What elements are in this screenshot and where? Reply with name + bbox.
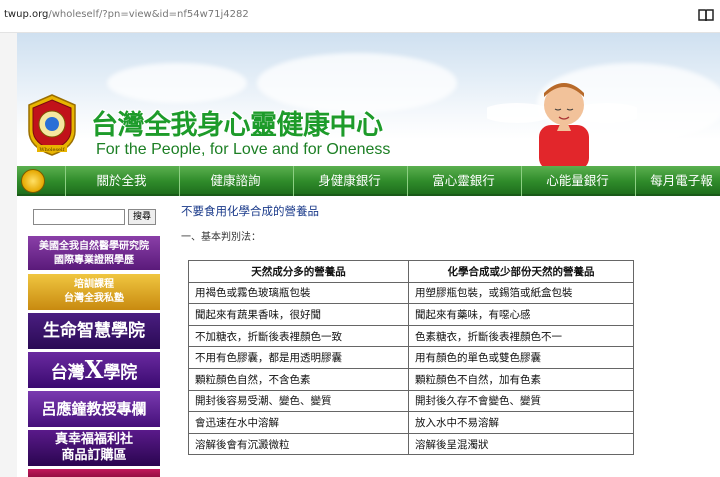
nav-body-health-bank[interactable]: 身健康銀行 (293, 166, 405, 196)
comparison-table: 天然成分多的營養品 化學合成或少部份天然的營養品 用褐色或霧色玻璃瓶包裝 用塑膠瓶… (188, 260, 634, 456)
banner-line: 培訓課程 (74, 279, 114, 290)
sidebar-banner-institute[interactable]: 美國全我自然醫學研究院 國際專業證照學歷 (28, 236, 160, 270)
nav-about[interactable]: 關於全我 (65, 166, 177, 196)
sidebar-banner-welfare-shop[interactable]: 真幸福福利社 商品訂購區 (28, 430, 160, 466)
table-cell: 開封後容易受潮、變色、變質 (188, 389, 409, 413)
banner-line: 商品訂購區 (61, 448, 127, 463)
banner-line: 真幸福福利社 (54, 432, 133, 447)
table-cell: 用塑膠瓶包裝，或錫箔或紙盒包裝 (408, 281, 634, 305)
cloud (107, 63, 247, 103)
url-text[interactable]: twup.org/wholeself/?pn=view&id=nf54w71j4… (4, 9, 249, 20)
nav-monthly-newsletter[interactable]: 每月電子報 (635, 166, 720, 196)
banner-line: 呂應鐘教授專欄 (41, 400, 147, 418)
sidebar-banner-taiwan-x[interactable]: 台灣X學院 (28, 352, 160, 388)
banner-line: 美國全我自然醫學研究院 (39, 241, 149, 252)
url-path: /wholeself/?pn=view&id=nf54w71j4282 (48, 9, 249, 20)
main-navigation: 關於全我 健康諮詢 身健康銀行 富心靈銀行 心能量銀行 每月電子報 (17, 166, 720, 196)
table-row: 溶解後會有沉澱微粒 溶解後呈混濁狀 (188, 432, 634, 456)
table-cell: 用褐色或霧色玻璃瓶包裝 (188, 281, 409, 305)
sidebar-banner-column[interactable]: 呂應鐘教授專欄 (28, 391, 160, 427)
table-row: 會迅速在水中溶解 放入水中不易溶解 (188, 411, 634, 434)
article-title: 不要食用化學合成的營養品 (181, 204, 319, 218)
sidebar-banner-partial[interactable] (28, 469, 160, 477)
table-cell: 顆粒顏色不自然，加有色素 (408, 367, 634, 391)
table-cell: 顆粒顏色自然，不含色素 (188, 367, 409, 391)
header-banner: Wholeself 台灣全我身心靈健康中心 For the People, fo… (17, 33, 720, 166)
table-row: 用褐色或霧色玻璃瓶包裝 用塑膠瓶包裝，或錫箔或紙盒包裝 (188, 281, 634, 305)
table-header-natural: 天然成分多的營養品 (188, 260, 409, 283)
table-row: 顆粒顏色自然，不含色素 顆粒顏色不自然，加有色素 (188, 367, 634, 391)
table-row: 不加糖衣，折斷後表裡顏色一致 色素糖衣，折斷後表裡顏色不一 (188, 324, 634, 348)
nav-health-consult[interactable]: 健康諮詢 (179, 166, 291, 196)
banner-x-letter: X (84, 355, 104, 384)
table-cell: 會迅速在水中溶解 (188, 411, 409, 434)
book-icon[interactable] (698, 7, 714, 23)
wholeself-emblem-icon[interactable]: Wholeself (25, 93, 79, 157)
search-button[interactable]: 搜尋 (128, 209, 156, 225)
article-section-heading: 一、基本判別法： (181, 232, 261, 243)
url-domain: twup.org (4, 9, 49, 20)
table-row: 聞起來有蔬果香味，很好聞 聞起來有藥味，有噁心感 (188, 303, 634, 326)
table-row: 開封後容易受潮、變色、變質 開封後久存不會變色、變質 (188, 389, 634, 413)
table-cell: 放入水中不易溶解 (408, 411, 634, 434)
nav-heart-energy-bank[interactable]: 心能量銀行 (521, 166, 633, 196)
table-cell: 用有顏色的單色或雙色膠囊 (408, 346, 634, 369)
browser-address-bar[interactable]: twup.org/wholeself/?pn=view&id=nf54w71j4… (0, 0, 720, 33)
table-cell: 開封後久存不會變色、變質 (408, 389, 634, 413)
table-cell: 聞起來有蔬果香味，很好聞 (188, 303, 409, 326)
search-input[interactable] (33, 209, 125, 225)
home-emblem-icon[interactable] (21, 169, 45, 193)
table-header-synthetic: 化學合成或少部份天然的營養品 (408, 260, 634, 283)
table-cell: 不用有色膠囊，都是用透明膠囊 (188, 346, 409, 369)
praying-child-image (487, 83, 637, 166)
emblem-caption: Wholeself (40, 147, 66, 153)
nav-rich-spirit-bank[interactable]: 富心靈銀行 (407, 166, 519, 196)
table-cell: 色素糖衣，折斷後表裡顏色不一 (408, 324, 634, 348)
table-cell: 聞起來有藥味，有噁心感 (408, 303, 634, 326)
sidebar-banner-life-wisdom[interactable]: 生命智慧學院 (28, 313, 160, 349)
table-header-row: 天然成分多的營養品 化學合成或少部份天然的營養品 (188, 260, 634, 283)
site-tagline: For the People, for Love and for Oneness (96, 141, 391, 158)
banner-line: 台灣全我私塾 (64, 293, 124, 304)
banner-line: 學院 (103, 363, 138, 383)
table-cell: 溶解後會有沉澱微粒 (188, 432, 409, 456)
table-row: 不用有色膠囊，都是用透明膠囊 用有顏色的單色或雙色膠囊 (188, 346, 634, 369)
sidebar-banner-training[interactable]: 培訓課程 台灣全我私塾 (28, 274, 160, 310)
banner-line: 生命智慧學院 (43, 321, 145, 341)
banner-line: 台灣 (50, 363, 85, 383)
page: Wholeself 台灣全我身心靈健康中心 For the People, fo… (17, 33, 720, 477)
site-title[interactable]: 台灣全我身心靈健康中心 (91, 103, 383, 142)
page-left-gutter (0, 33, 17, 477)
table-cell: 溶解後呈混濁狀 (408, 432, 634, 456)
banner-line: 國際專業證照學歷 (54, 255, 134, 266)
table-cell: 不加糖衣，折斷後表裡顏色一致 (188, 324, 409, 348)
